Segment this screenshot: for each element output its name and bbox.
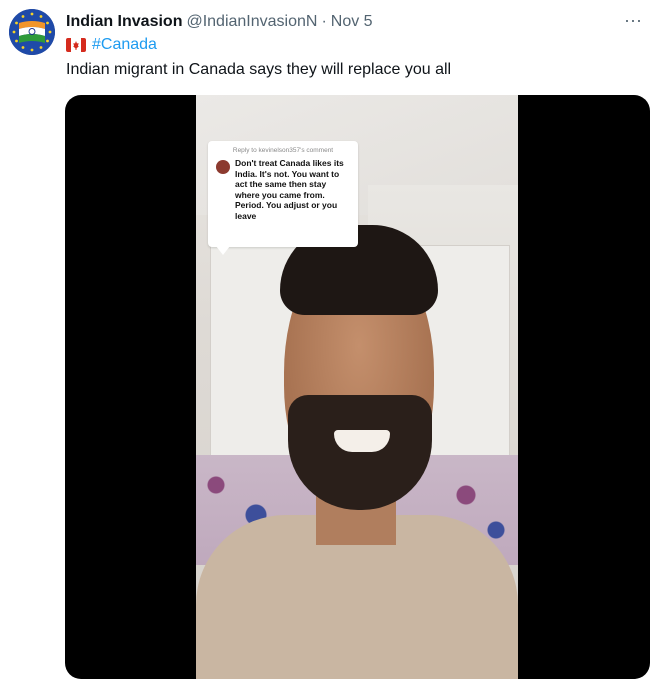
more-options-icon[interactable]: ··· bbox=[622, 10, 644, 30]
video-frame: Reply to kevinelson357's comment Don't t… bbox=[196, 95, 518, 679]
video-player[interactable]: Reply to kevinelson357's comment Don't t… bbox=[65, 95, 650, 679]
india-flag-eu-stars-icon bbox=[9, 9, 55, 55]
display-name[interactable]: Indian Invasion bbox=[66, 12, 182, 32]
avatar[interactable] bbox=[9, 9, 55, 55]
video-person-mouth bbox=[334, 430, 390, 452]
hashtag-link[interactable]: #Canada bbox=[92, 35, 157, 55]
hashtag-line: #Canada bbox=[66, 35, 157, 55]
separator-dot: · bbox=[321, 13, 327, 30]
user-handle[interactable]: @IndianInvasionN bbox=[186, 12, 317, 32]
tweet-header: Indian Invasion @IndianInvasionN · Nov 5… bbox=[66, 10, 646, 34]
reply-meta: Reply to kevinelson357's comment bbox=[232, 147, 334, 154]
tweet-date[interactable]: Nov 5 bbox=[331, 12, 373, 32]
canada-flag-icon bbox=[66, 38, 86, 52]
reply-avatar bbox=[216, 160, 230, 174]
tweet[interactable]: Indian Invasion @IndianInvasionN · Nov 5… bbox=[0, 0, 660, 686]
reply-comment-card: Reply to kevinelson357's comment Don't t… bbox=[208, 141, 358, 255]
reply-body: Don't treat Canada likes its India. It's… bbox=[235, 158, 344, 221]
tweet-text: Indian migrant in Canada says they will … bbox=[66, 61, 452, 78]
